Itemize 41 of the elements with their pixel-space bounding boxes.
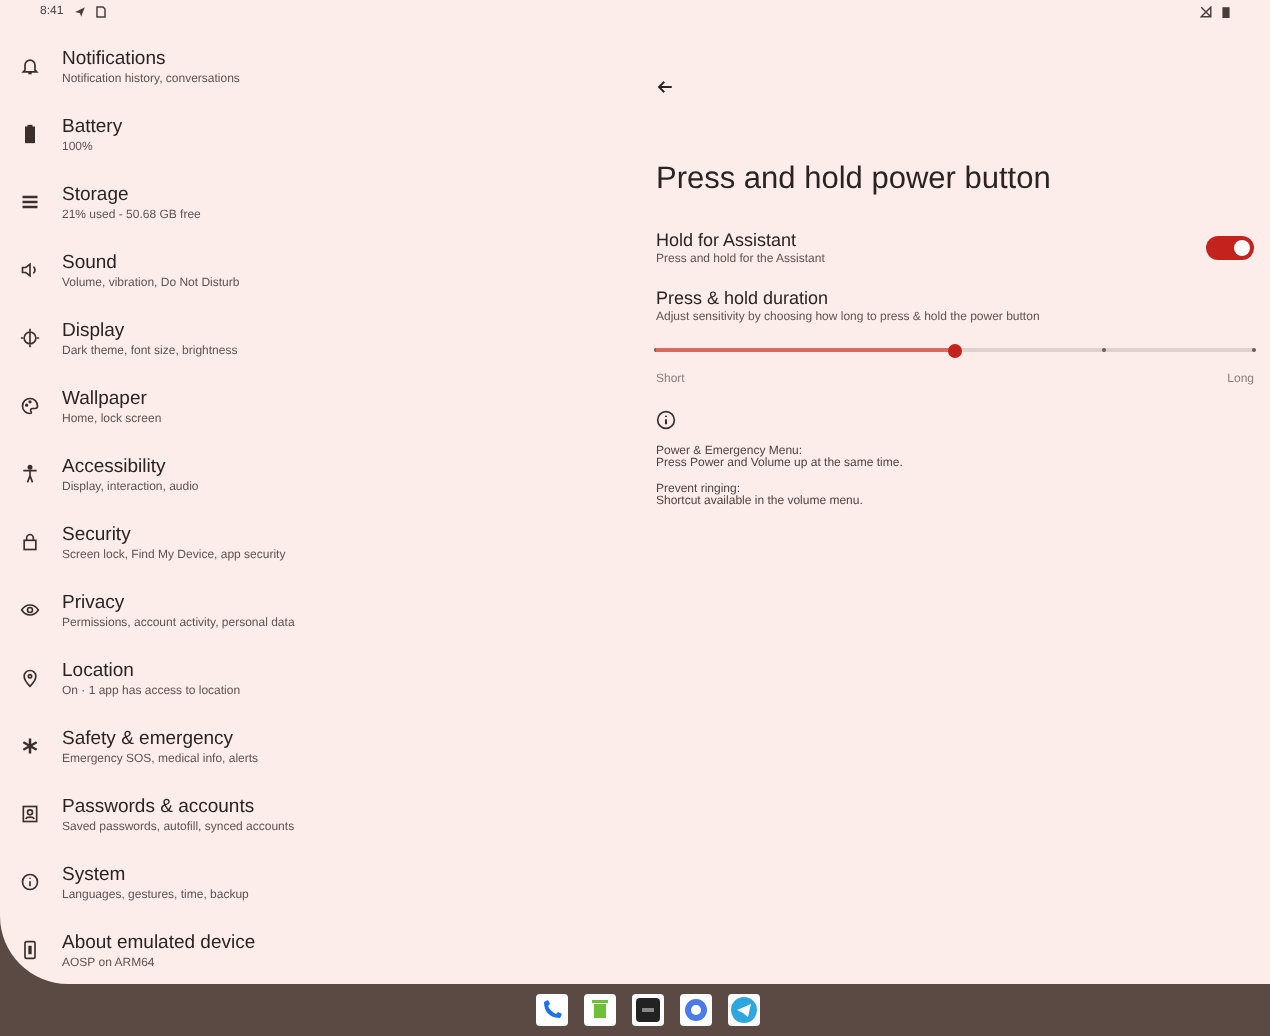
item-title: Battery [62,115,123,137]
battery-icon [1222,5,1230,17]
sim-card-icon [95,5,106,17]
eye-icon [20,600,40,620]
item-title: Display [62,319,127,341]
browser-app-icon[interactable] [679,994,711,1026]
info-icon [20,872,40,892]
toggle-switch[interactable] [1206,236,1254,260]
lock-icon [20,532,40,552]
asterisk-icon [20,736,40,756]
item-title: Wallpaper [62,387,149,409]
item-title: Safety & emergency [62,727,236,749]
item-title: Security [62,523,133,545]
bell-icon [20,56,40,76]
item-title: Privacy [62,591,127,613]
item-title: Location [62,659,136,681]
item-title: System [62,863,128,885]
back-arrow-icon[interactable] [656,78,674,96]
slider-thumb[interactable] [948,343,962,357]
contact-card-icon [20,804,40,824]
trash-app-icon[interactable] [583,994,615,1026]
page-title: Press and hold power button [656,162,1053,198]
battery-icon [20,124,40,144]
pin-icon [20,668,40,688]
item-title: Accessibility [62,455,168,477]
person-icon [20,464,40,484]
phone-device-icon [20,940,40,960]
item-title: Sound [62,251,119,273]
setting-title: Press & hold duration [656,288,831,308]
phone-app-icon[interactable] [535,994,567,1026]
send-icon [73,5,86,17]
setting-title: Hold for Assistant [656,230,799,250]
item-title: About emulated device [62,931,256,953]
no-signal-icon [1200,5,1212,17]
item-title: Storage [62,183,131,205]
storage-icon [20,192,40,212]
speaker-icon [20,260,40,280]
item-title: Notifications [62,47,168,69]
palette-icon [20,396,40,416]
info-icon [656,410,676,430]
item-title: Passwords & accounts [62,795,257,817]
